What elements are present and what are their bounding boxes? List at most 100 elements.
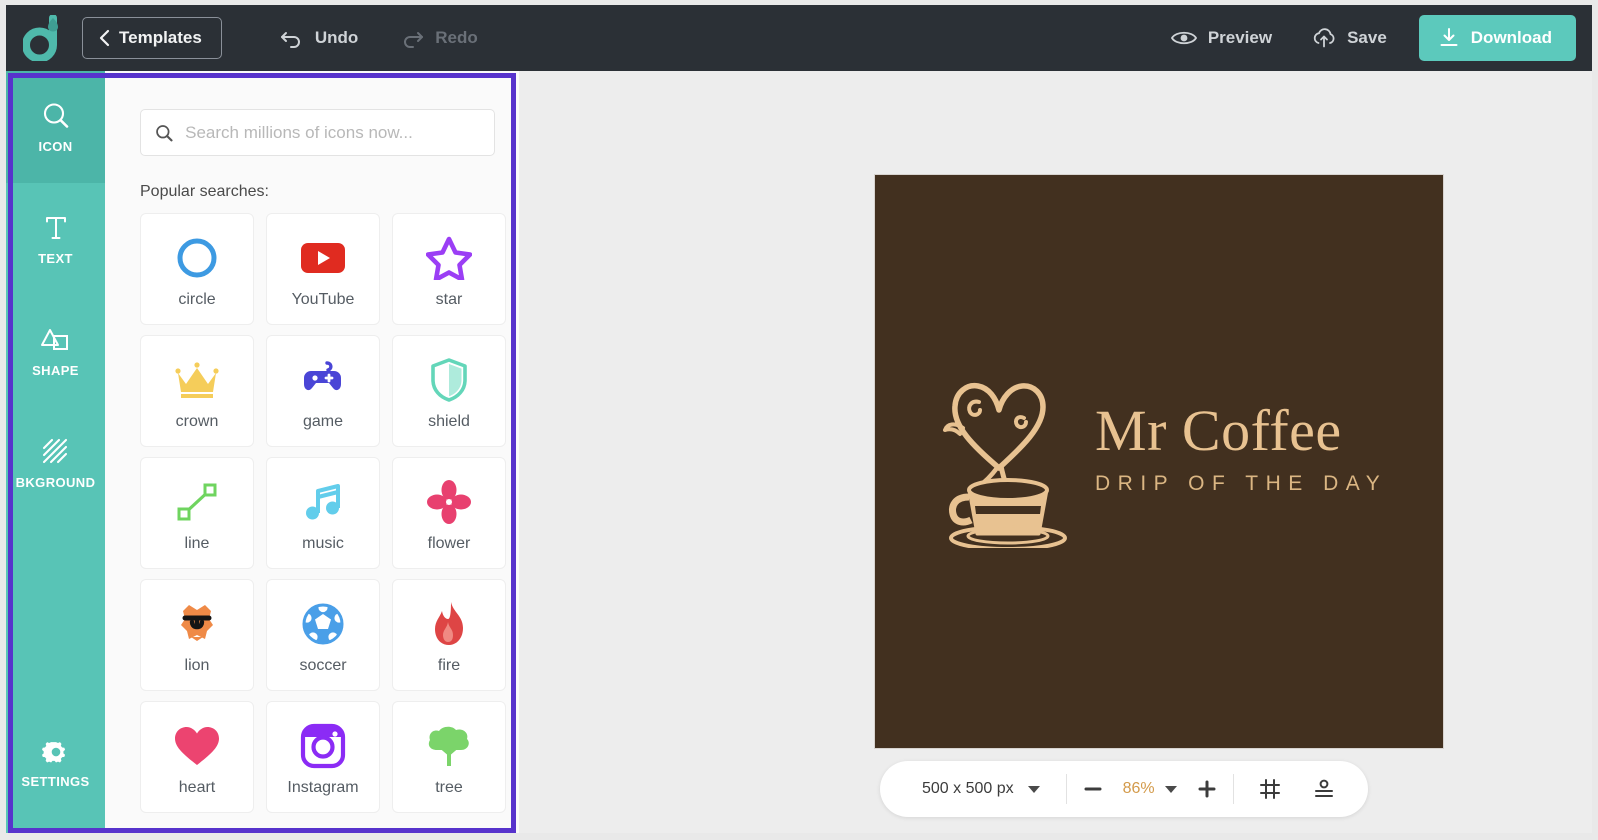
logo-text-block[interactable]: Mr Coffee DRIP OF THE DAY: [1095, 397, 1388, 502]
icon-card-flower[interactable]: flower: [392, 457, 506, 569]
window-frame-bottom: [0, 833, 1598, 840]
youtube-icon: [295, 230, 351, 286]
icon-card-label: crown: [175, 412, 219, 430]
cloud-upload-icon: [1313, 27, 1335, 47]
heart-icon: [169, 718, 225, 774]
search-field-wrap[interactable]: [140, 109, 495, 156]
icon-card-label: star: [435, 290, 463, 308]
icon-card-fire[interactable]: fire: [392, 579, 506, 691]
icon-card-shield[interactable]: shield: [392, 335, 506, 447]
templates-button[interactable]: Templates: [82, 17, 222, 59]
undo-label: Undo: [314, 28, 359, 47]
icon-card-label: line: [184, 534, 210, 552]
search-input[interactable]: [185, 122, 480, 143]
sidebar-item-text[interactable]: TEXT: [6, 183, 105, 295]
zoom-out-button[interactable]: [1071, 767, 1115, 811]
eye-icon: [1170, 31, 1197, 45]
music-note-icon: [295, 474, 351, 530]
redo-arrow-icon: [404, 32, 424, 48]
grid-icon: [1259, 779, 1280, 799]
sidebar-item-settings[interactable]: SETTINGS: [6, 707, 105, 819]
chevron-left-icon: [99, 29, 110, 47]
icon-panel: Popular searches: circle YouTube: [105, 71, 519, 833]
icon-card-label: heart: [178, 778, 216, 796]
icon-card-crown[interactable]: crown: [140, 335, 254, 447]
shapes-icon: [40, 329, 68, 350]
design-canvas[interactable]: Mr Coffee DRIP OF THE DAY: [875, 175, 1443, 748]
icon-card-label: circle: [178, 290, 216, 308]
download-button[interactable]: Download: [1418, 15, 1576, 61]
icon-card-label: Instagram: [287, 778, 359, 796]
icon-card-lion[interactable]: lion: [140, 579, 254, 691]
rail-spacer: [6, 519, 105, 707]
download-label: Download: [1470, 28, 1552, 47]
icon-card-heart[interactable]: heart: [140, 701, 254, 813]
icon-card-tree[interactable]: tree: [392, 701, 506, 813]
tool-rail: ICON TEXT SHAPE BKGROUND SETTINGS: [6, 71, 105, 833]
icon-card-instagram[interactable]: Instagram: [266, 701, 380, 813]
save-button[interactable]: Save: [1298, 17, 1401, 59]
lion-icon: [169, 596, 225, 652]
icon-card-star[interactable]: star: [392, 213, 506, 325]
window-frame-right: [1592, 0, 1598, 840]
grid-toggle-button[interactable]: [1248, 767, 1292, 811]
shield-icon: [421, 352, 477, 408]
icon-card-music[interactable]: music: [266, 457, 380, 569]
hatch-pattern-icon: [42, 438, 67, 464]
icon-card-label: flower: [427, 534, 471, 552]
sidebar-item-text-label: TEXT: [38, 251, 73, 266]
chevron-down-icon: [1164, 785, 1177, 793]
save-label: Save: [1347, 28, 1387, 47]
align-button[interactable]: [1302, 767, 1346, 811]
sidebar-item-shape-label: SHAPE: [32, 363, 79, 378]
design-editor-app: Templates Undo Redo Preview Save Downloa…: [0, 0, 1598, 840]
canvas-stage[interactable]: Mr Coffee DRIP OF THE DAY 500 x 500 px 8…: [519, 71, 1592, 833]
zoom-in-button[interactable]: [1185, 767, 1229, 811]
tree-icon: [421, 718, 477, 774]
logo-tagline: DRIP OF THE DAY: [1095, 471, 1388, 495]
sidebar-item-icon[interactable]: ICON: [6, 71, 105, 183]
plus-icon: [1198, 780, 1216, 798]
crown-icon: [169, 352, 225, 408]
popular-searches-label: Popular searches:: [140, 183, 269, 200]
sidebar-item-settings-label: SETTINGS: [21, 774, 90, 789]
icon-card-circle[interactable]: circle: [140, 213, 254, 325]
zoom-level-label: 86%: [1122, 780, 1155, 797]
canvas-size-dropdown[interactable]: 500 x 500 px: [886, 780, 1062, 798]
icon-card-label: game: [302, 412, 344, 430]
text-t-icon: [45, 217, 66, 239]
preview-button[interactable]: Preview: [1157, 17, 1286, 59]
icon-card-line[interactable]: line: [140, 457, 254, 569]
icon-card-label: YouTube: [291, 290, 355, 308]
coffee-cup-heart-steam-icon: [923, 350, 1073, 553]
canvas-size-label: 500 x 500 px: [922, 780, 1014, 797]
redo-button[interactable]: Redo: [386, 17, 492, 59]
icon-card-game[interactable]: game: [266, 335, 380, 447]
search-icon: [156, 124, 173, 141]
icon-card-label: tree: [435, 778, 463, 796]
brand-logo[interactable]: [6, 5, 80, 71]
circle-icon: [169, 230, 225, 286]
toolbar-icon-group: [1238, 767, 1362, 811]
icon-card-soccer[interactable]: soccer: [266, 579, 380, 691]
icon-card-label: fire: [437, 656, 461, 674]
logo-composition[interactable]: Mr Coffee DRIP OF THE DAY: [923, 350, 1387, 553]
templates-button-label: Templates: [119, 28, 202, 47]
droplet-d-logo-icon: [23, 15, 58, 61]
gamepad-icon: [295, 352, 351, 408]
icon-card-label: shield: [428, 412, 470, 430]
sidebar-item-icon-label: ICON: [38, 139, 73, 154]
toolbar-divider: [1065, 774, 1067, 804]
sidebar-item-background-label: BKGROUND: [15, 475, 96, 490]
sidebar-item-shape[interactable]: SHAPE: [6, 295, 105, 407]
magnifier-icon: [43, 103, 68, 128]
logo-title: Mr Coffee: [1095, 397, 1342, 463]
icon-card-label: music: [302, 534, 344, 552]
align-bottom-icon: [1314, 779, 1333, 797]
sidebar-item-background[interactable]: BKGROUND: [6, 407, 105, 519]
minus-icon: [1084, 787, 1102, 791]
zoom-level-dropdown[interactable]: 86%: [1115, 780, 1185, 798]
icon-card-youtube[interactable]: YouTube: [266, 213, 380, 325]
undo-button[interactable]: Undo: [266, 17, 372, 59]
undo-arrow-icon: [280, 32, 300, 48]
